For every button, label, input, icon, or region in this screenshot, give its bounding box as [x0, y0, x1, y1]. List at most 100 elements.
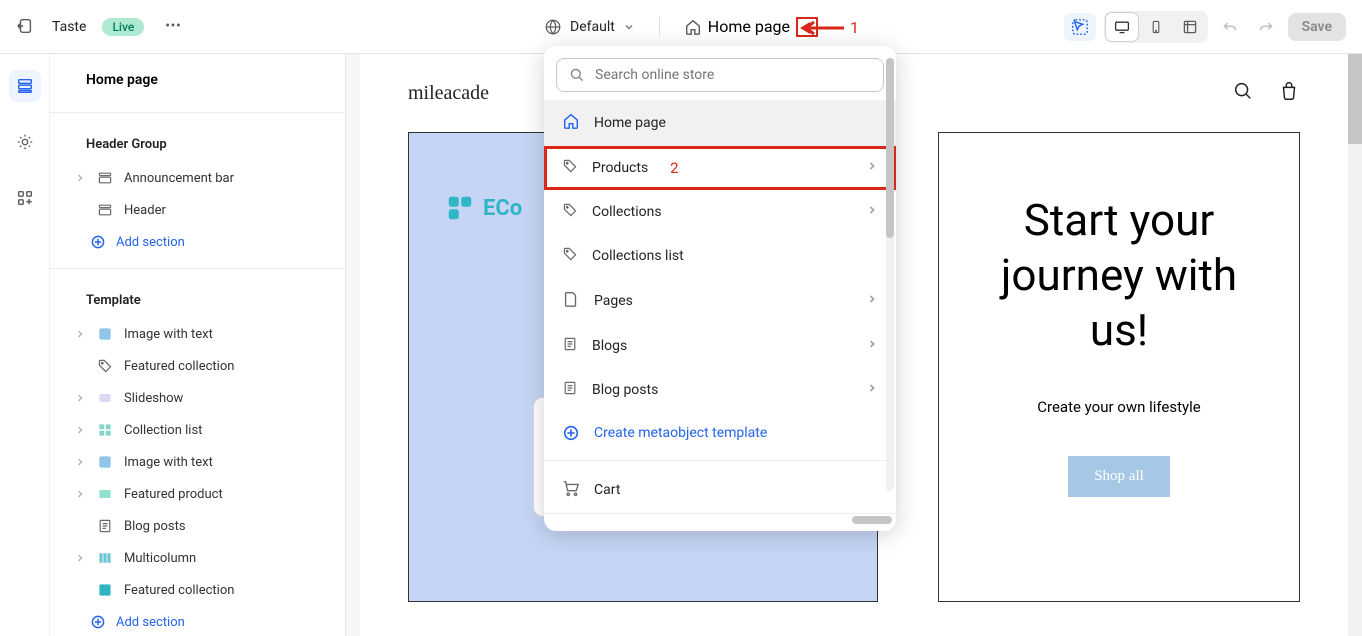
search-icon[interactable]: [1232, 80, 1254, 106]
store-name: Taste: [52, 19, 86, 35]
search-input[interactable]: [595, 67, 871, 83]
image-icon: [96, 325, 114, 343]
popover-item-label: Collections list: [592, 248, 684, 264]
sidebar-title: Home page: [50, 54, 345, 102]
language-label: Default: [570, 19, 615, 35]
chevron-right-icon: [866, 293, 878, 309]
section-row[interactable]: Header: [56, 194, 339, 226]
popover-item-products[interactable]: Products2: [544, 146, 896, 190]
topbar-center: Default Home page: [544, 17, 818, 37]
section-label: Featured product: [124, 487, 223, 502]
group-header-items: Announcement bar Header: [50, 162, 345, 226]
section-label: Image with text: [124, 327, 213, 342]
section-label: Featured collection: [124, 583, 234, 598]
hero-text-panel: Start your journey with us! Create your …: [938, 132, 1300, 602]
topbar-left: Taste Live: [16, 12, 186, 42]
chevron-right-icon: [74, 488, 86, 500]
plus-circle-icon: [90, 614, 106, 630]
inspector-button[interactable]: [1064, 13, 1096, 41]
popover-item-label: Collections: [592, 204, 662, 220]
popover-item-label: Home page: [594, 115, 666, 131]
featured-icon: [96, 581, 114, 599]
columns-icon: [96, 549, 114, 567]
popover-item-label: Products: [592, 160, 648, 176]
section-label: Featured collection: [124, 359, 234, 374]
layout-icon: [96, 201, 114, 219]
section-row[interactable]: Image with text: [56, 446, 339, 478]
section-row[interactable]: Collection list: [56, 414, 339, 446]
separator: [659, 17, 660, 37]
grid-icon: [96, 421, 114, 439]
section-row[interactable]: Featured collection: [56, 350, 339, 382]
desktop-view-button[interactable]: [1106, 13, 1138, 41]
popover-item-label: Pages: [594, 293, 633, 309]
hero-subtitle: Create your own lifestyle: [969, 398, 1269, 416]
section-row[interactable]: Multicolumn: [56, 542, 339, 574]
popover-item-collections-list[interactable]: Collections list: [544, 234, 896, 278]
sidebar: Home page Header Group Announcement barH…: [50, 54, 346, 636]
chevron-right-icon: [866, 204, 878, 220]
exit-icon[interactable]: [16, 17, 36, 37]
home-icon: [562, 112, 580, 134]
save-button[interactable]: Save: [1288, 13, 1346, 41]
tag-icon: [562, 158, 578, 178]
popover-item-cart[interactable]: Cart: [544, 467, 896, 513]
popover-separator: [544, 460, 896, 461]
layout-icon: [96, 169, 114, 187]
section-label: Multicolumn: [124, 551, 196, 566]
canvas-scrollbar[interactable]: [1348, 54, 1362, 636]
section-row[interactable]: Image with text: [56, 318, 339, 350]
add-section-header[interactable]: Add section: [50, 226, 345, 258]
more-menu-button[interactable]: [160, 12, 186, 42]
page-selector-popover: Home page Products2 Collections Collections…: [544, 46, 896, 531]
cart-icon: [562, 479, 580, 501]
section-row[interactable]: Featured collection: [56, 574, 339, 606]
popover-item-pages[interactable]: Pages: [544, 278, 896, 324]
redo-button[interactable]: [1252, 13, 1280, 41]
popover-h-scrollbar[interactable]: [544, 513, 896, 527]
popover-item-collections[interactable]: Collections: [544, 190, 896, 234]
popover-item-label: Cart: [594, 482, 620, 498]
create-metaobject-link[interactable]: Create metaobject template: [544, 412, 896, 454]
popover-search[interactable]: [556, 58, 884, 92]
blog-icon: [562, 380, 578, 400]
section-row[interactable]: Slideshow: [56, 382, 339, 414]
group-template-header: Template: [50, 279, 345, 318]
chevron-right-icon: [866, 160, 878, 176]
section-label: Announcement bar: [124, 171, 234, 186]
chevron-right-icon: [74, 392, 86, 404]
search-icon: [569, 67, 585, 83]
popover-item-blog-posts[interactable]: Blog posts: [544, 368, 896, 412]
section-row[interactable]: Announcement bar: [56, 162, 339, 194]
popover-scrollbar[interactable]: [886, 58, 894, 491]
live-badge: Live: [102, 18, 144, 36]
cart-icon[interactable]: [1278, 80, 1300, 106]
chevron-right-icon: [74, 552, 86, 564]
section-label: Header: [124, 203, 166, 218]
chevron-down-icon: [623, 21, 635, 33]
tag-icon: [562, 202, 578, 222]
page-selector[interactable]: Home page: [684, 17, 818, 37]
plus-circle-icon: [90, 234, 106, 250]
popover-item-label: Blog posts: [592, 382, 658, 398]
topbar-right: Save: [1064, 11, 1346, 43]
popover-item-home-page[interactable]: Home page: [544, 100, 896, 146]
annotation-number-1: 1: [850, 18, 859, 37]
popover-item-blogs[interactable]: Blogs: [544, 324, 896, 368]
chevron-right-icon: [866, 382, 878, 398]
mobile-view-button[interactable]: [1140, 13, 1172, 41]
settings-rail-button[interactable]: [9, 126, 41, 158]
plus-circle-icon: [562, 424, 580, 442]
eco-brand-logo: ECo: [445, 193, 522, 223]
fullscreen-view-button[interactable]: [1174, 13, 1206, 41]
language-selector[interactable]: Default: [544, 18, 635, 36]
section-row[interactable]: Blog posts: [56, 510, 339, 542]
shop-all-button[interactable]: Shop all: [1068, 456, 1170, 497]
add-section-template[interactable]: Add section: [50, 606, 345, 636]
undo-button[interactable]: [1216, 13, 1244, 41]
chevron-right-icon: [74, 328, 86, 340]
site-header-icons: [1232, 80, 1300, 106]
section-row[interactable]: Featured product: [56, 478, 339, 510]
sections-rail-button[interactable]: [9, 70, 41, 102]
apps-rail-button[interactable]: [9, 182, 41, 214]
